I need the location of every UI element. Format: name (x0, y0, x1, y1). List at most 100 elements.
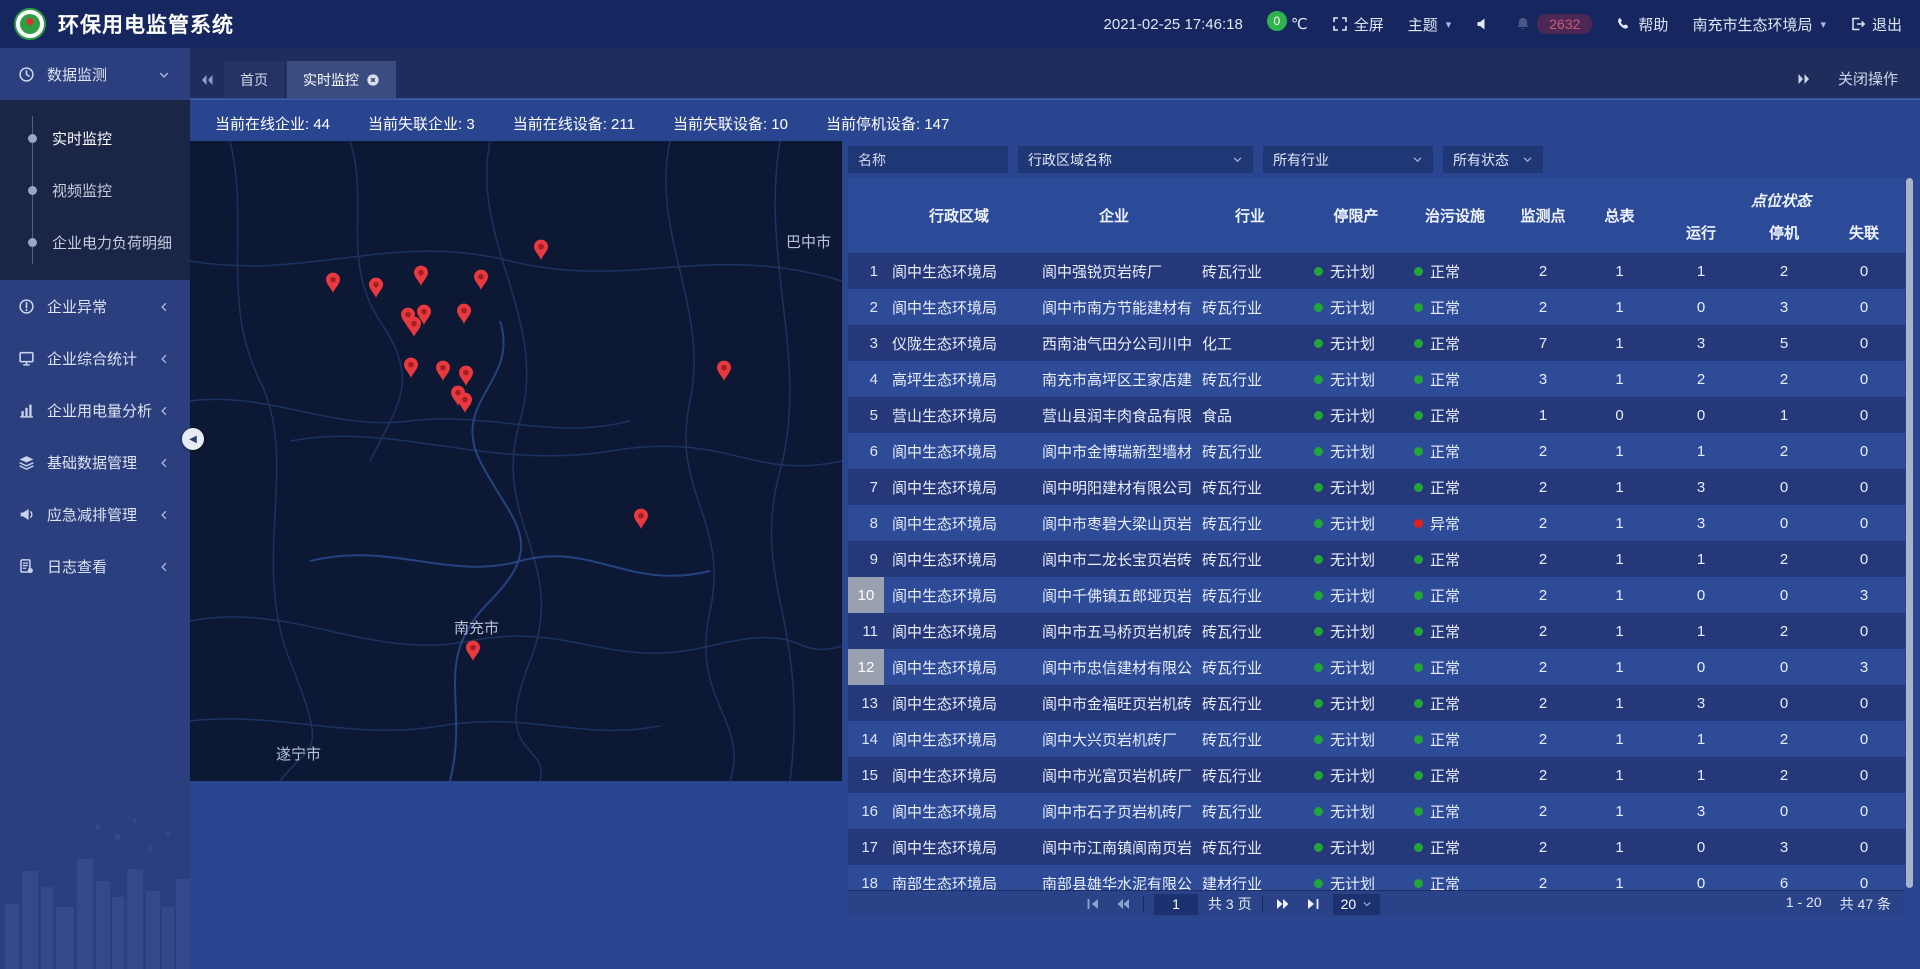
sidebar-group-企业异常[interactable]: 企业异常 (0, 280, 190, 332)
table-row[interactable]: 5营山生态环境局营山县润丰肉食品有限食品无计划正常10010 (848, 397, 1905, 433)
chevron-left-icon (158, 300, 170, 312)
sidebar-group-企业综合统计[interactable]: 企业综合统计 (0, 332, 190, 384)
table-row[interactable]: 13阆中生态环境局阆中市金福旺页岩机砖砖瓦行业无计划正常21300 (848, 685, 1905, 721)
cell-stopped: 0 (1745, 649, 1823, 685)
next-page-button[interactable] (1273, 895, 1293, 913)
table-row[interactable]: 18南部生态环境局南部县雄华水泥有限公建材行业无计划正常21060 (848, 865, 1905, 890)
cell-limit-status: 无计划 (1306, 649, 1406, 685)
tabs-scroll-left-button[interactable] (190, 61, 224, 98)
map[interactable]: ◀ 巴中市南充市遂宁市 (190, 141, 842, 781)
table-row[interactable]: 15阆中生态环境局阆中市光富页岩机砖厂砖瓦行业无计划正常21120 (848, 757, 1905, 793)
cell-facility-status: 正常 (1406, 397, 1504, 433)
status-dot (1414, 267, 1423, 276)
record-total-label: 共 47 条 (1840, 894, 1891, 914)
double-chevron-right-icon[interactable] (1796, 71, 1812, 87)
last-page-button[interactable] (1303, 895, 1323, 913)
logout-button[interactable]: 退出 (1850, 14, 1902, 35)
sidebar-group-基础数据管理[interactable]: 基础数据管理 (0, 436, 190, 488)
sidebar-item-实时监控[interactable]: 实时监控 (0, 112, 190, 164)
cell-company: 南部县雄华水泥有限公 (1034, 865, 1194, 890)
table-row[interactable]: 3仪陇生态环境局西南油气田分公司川中化工无计划正常71350 (848, 325, 1905, 361)
industry-filter-select[interactable]: 所有行业 (1263, 146, 1433, 173)
theme-dropdown[interactable]: 主题▾ (1408, 14, 1452, 35)
cell-running: 2 (1657, 361, 1745, 397)
table-row[interactable]: 16阆中生态环境局阆中市石子页岩机砖厂砖瓦行业无计划正常21300 (848, 793, 1905, 829)
sidebar-collapse-handle[interactable]: ◀ (182, 428, 204, 450)
table-row[interactable]: 9阆中生态环境局阆中市二龙长宝页岩砖砖瓦行业无计划正常21120 (848, 541, 1905, 577)
status-dot (1314, 591, 1323, 600)
help-button[interactable]: 帮助 (1616, 14, 1668, 35)
tab-close-icon[interactable] (366, 73, 380, 87)
cell-points: 2 (1504, 685, 1582, 721)
cell-facility-status: 正常 (1406, 253, 1504, 289)
previous-page-button[interactable] (1113, 895, 1133, 913)
cell-company: 阆中市光富页岩机砖厂 (1034, 757, 1194, 793)
pagination-bar: 共 3 页 20 1 - 20 共 47 条 (848, 890, 1905, 917)
cell-limit-status: 无计划 (1306, 325, 1406, 361)
column-group-point-status: 点位状态 运行 停机 失联 (1657, 178, 1905, 253)
map-city-label: 南充市 (454, 620, 499, 637)
tab-label: 首页 (240, 70, 268, 90)
cell-facility-status: 正常 (1406, 649, 1504, 685)
cell-industry: 砖瓦行业 (1194, 613, 1306, 649)
status-dot (1314, 411, 1323, 420)
cell-offline: 0 (1823, 613, 1905, 649)
cell-offline: 0 (1823, 325, 1905, 361)
monitor-icon (18, 350, 35, 367)
page-number-input[interactable] (1154, 894, 1198, 915)
status-dot (1314, 447, 1323, 456)
cell-stopped: 2 (1745, 757, 1823, 793)
cell-limit-status: 无计划 (1306, 829, 1406, 865)
cell-limit-status: 无计划 (1306, 721, 1406, 757)
table-row[interactable]: 11阆中生态环境局阆中市五马桥页岩机砖砖瓦行业无计划正常21120 (848, 613, 1905, 649)
region-filter-select[interactable]: 行政区域名称 (1018, 146, 1253, 173)
name-filter-input[interactable] (848, 146, 1008, 173)
city-skyline-decoration (0, 809, 190, 969)
organization-dropdown[interactable]: 南充市生态环境局▾ (1692, 14, 1826, 35)
cell-meters: 1 (1582, 577, 1657, 613)
close-operations-button[interactable]: 关闭操作 (1838, 68, 1898, 89)
tab-实时监控[interactable]: 实时监控 (287, 61, 396, 98)
sidebar-group-应急减排管理[interactable]: 应急减排管理 (0, 488, 190, 540)
status-filter-select[interactable]: 所有状态 (1443, 146, 1543, 173)
cell-facility-status: 正常 (1406, 361, 1504, 397)
table-row[interactable]: 4高坪生态环境局南充市高坪区王家店建砖瓦行业无计划正常31220 (848, 361, 1905, 397)
table-row[interactable]: 7阆中生态环境局阆中明阳建材有限公司砖瓦行业无计划正常21300 (848, 469, 1905, 505)
table-row[interactable]: 2阆中生态环境局阆中市南方节能建材有砖瓦行业无计划正常21030 (848, 289, 1905, 325)
cell-offline: 0 (1823, 865, 1905, 890)
table-row[interactable]: 14阆中生态环境局阆中大兴页岩机砖厂砖瓦行业无计划正常21120 (848, 721, 1905, 757)
table-scrollbar[interactable] (1906, 178, 1913, 888)
cell-facility-status: 正常 (1406, 541, 1504, 577)
sidebar-item-视频监控[interactable]: 视频监控 (0, 164, 190, 216)
table-row[interactable]: 8阆中生态环境局阆中市枣碧大梁山页岩砖瓦行业无计划异常21300 (848, 505, 1905, 541)
cell-industry: 砖瓦行业 (1194, 829, 1306, 865)
sidebar-group-数据监测[interactable]: 数据监测 (0, 48, 190, 100)
sidebar-group-企业用电量分析[interactable]: 企业用电量分析 (0, 384, 190, 436)
row-index: 13 (848, 685, 884, 721)
sound-button[interactable] (1475, 16, 1491, 32)
cell-stopped: 0 (1745, 577, 1823, 613)
cell-industry: 砖瓦行业 (1194, 685, 1306, 721)
table-row[interactable]: 10阆中生态环境局阆中千佛镇五郎垭页岩砖瓦行业无计划正常21003 (848, 577, 1905, 613)
row-index: 17 (848, 829, 884, 865)
sidebar-group-日志查看[interactable]: 日志查看 (0, 540, 190, 592)
notifications-button[interactable]: 2632 (1515, 14, 1592, 34)
fullscreen-button[interactable]: 全屏 (1332, 14, 1384, 35)
row-index: 16 (848, 793, 884, 829)
first-page-button[interactable] (1083, 895, 1103, 913)
cell-industry: 砖瓦行业 (1194, 361, 1306, 397)
cell-meters: 1 (1582, 685, 1657, 721)
table-row[interactable]: 12阆中生态环境局阆中市忠信建材有限公砖瓦行业无计划正常21003 (848, 649, 1905, 685)
speaker-icon (1475, 16, 1491, 32)
cell-running: 3 (1657, 469, 1745, 505)
cell-company: 西南油气田分公司川中 (1034, 325, 1194, 361)
table-row[interactable]: 17阆中生态环境局阆中市江南镇阆南页岩砖瓦行业无计划正常21030 (848, 829, 1905, 865)
page-size-select[interactable]: 20 (1333, 894, 1381, 915)
cell-stopped: 1 (1745, 397, 1823, 433)
cell-limit-status: 无计划 (1306, 541, 1406, 577)
cell-points: 2 (1504, 541, 1582, 577)
table-row[interactable]: 1阆中生态环境局阆中强锐页岩砖厂砖瓦行业无计划正常21120 (848, 253, 1905, 289)
table-row[interactable]: 6阆中生态环境局阆中市金博瑞新型墙材砖瓦行业无计划正常21120 (848, 433, 1905, 469)
sidebar-item-企业电力负荷明细[interactable]: 企业电力负荷明细 (0, 216, 190, 268)
tab-首页[interactable]: 首页 (224, 61, 284, 98)
